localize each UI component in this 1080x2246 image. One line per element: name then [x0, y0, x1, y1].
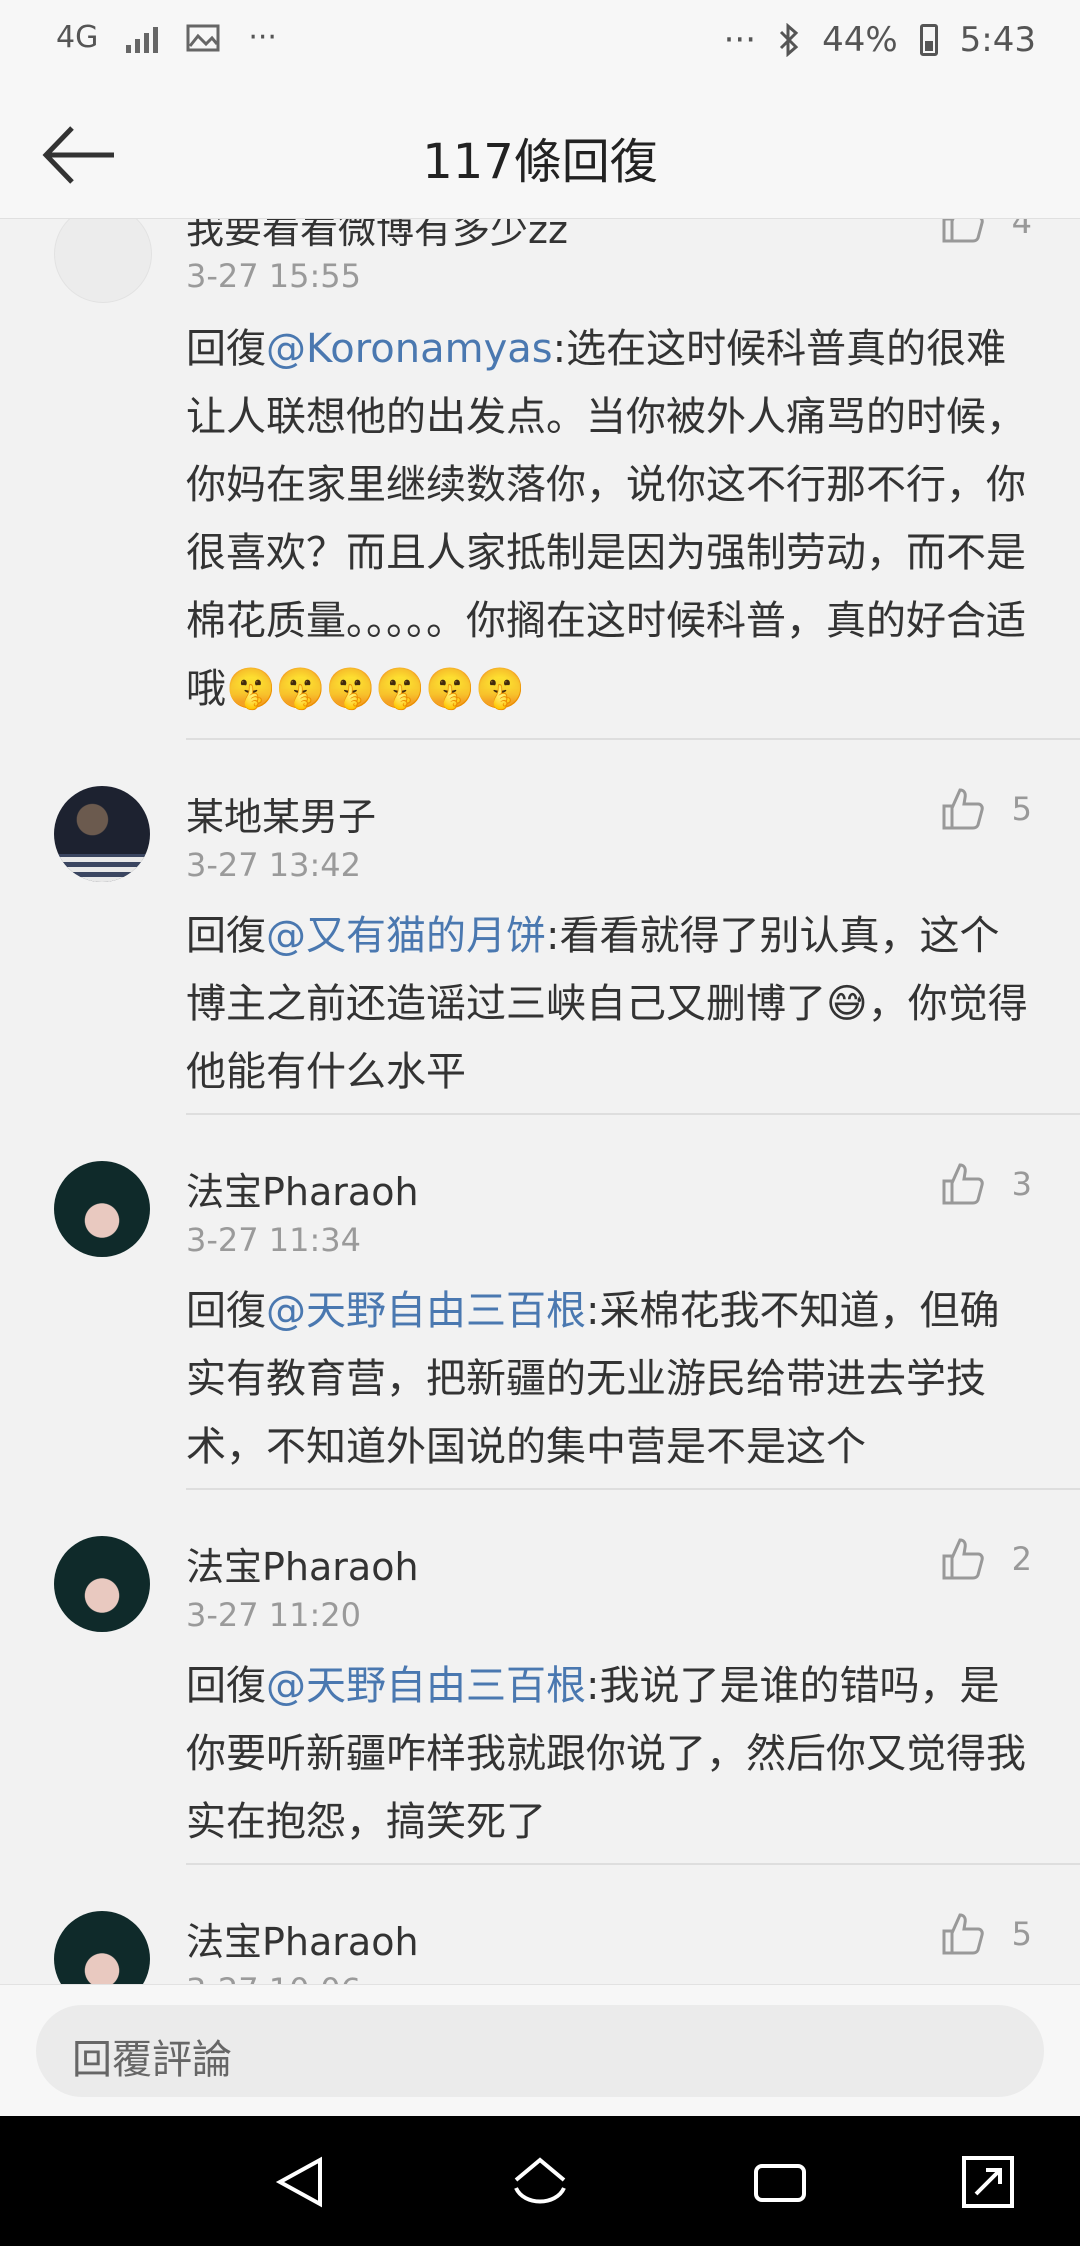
network-label: 4G: [56, 20, 99, 55]
like-button[interactable]: 2: [940, 1536, 1032, 1582]
like-button[interactable]: 5: [940, 786, 1032, 832]
reply-prefix: 回復: [186, 913, 266, 959]
avatar[interactable]: [54, 1911, 150, 1984]
back-icon[interactable]: [270, 2152, 330, 2212]
avatar[interactable]: [54, 219, 152, 303]
more-notifications-icon: ···: [248, 20, 277, 55]
reply-prefix: 回復: [186, 326, 266, 372]
recent-apps-icon[interactable]: [750, 2152, 810, 2212]
system-nav-bar: [0, 2116, 1080, 2246]
comment-text: :选在这时候科普真的很难让人联想他的出发点。当你被外人痛骂的时候，你妈在家里继续…: [186, 326, 1026, 712]
avatar[interactable]: [54, 1536, 150, 1632]
comment-body: 回復@天野自由三百根:我说了是谁的错吗，是你要听新疆咋样我就跟你说了，然后你又觉…: [186, 1652, 1036, 1856]
comment-body: 回復@天野自由三百根:采棉花我不知道，但确实有教育营，把新疆的无业游民给带进去学…: [186, 1277, 1036, 1481]
mention-link[interactable]: @Koronamyas: [266, 326, 553, 372]
thumbs-up-icon: [942, 1913, 984, 1955]
battery-icon: [919, 24, 938, 56]
comment-body: 回復@又有猫的月饼:看看就得了别认真，这个博主之前还造谣过三峡自己又删博了😅，你…: [186, 902, 1036, 1106]
avatar[interactable]: [54, 1161, 150, 1257]
mention-link[interactable]: @又有猫的月饼: [266, 913, 546, 959]
mention-link[interactable]: @天野自由三百根: [266, 1288, 586, 1334]
divider: [186, 1863, 1080, 1865]
like-count: 5: [1011, 1915, 1032, 1953]
more-status-icon: ···: [723, 20, 757, 60]
comment-time: 3-27 13:42: [186, 846, 362, 884]
battery-percent: 44%: [822, 20, 898, 60]
clock: 5:43: [959, 20, 1036, 60]
thumbs-up-icon: [942, 788, 984, 830]
reply-prefix: 回復: [186, 1663, 266, 1709]
comment-time: 3-27 11:34: [186, 1221, 362, 1259]
comment-author[interactable]: 某地某男子: [186, 786, 376, 841]
comment-author[interactable]: 我要看看微博有多少zz: [186, 219, 568, 254]
thumbs-up-icon: [942, 1163, 984, 1205]
comment-time: 3-27 11:20: [186, 1596, 362, 1634]
comment-list[interactable]: 我要看看微博有多少zz 4 3-27 15:55 回復@Koronamyas:选…: [0, 219, 1080, 1984]
like-count: 4: [1011, 219, 1032, 241]
like-button[interactable]: 5: [940, 1911, 1032, 1957]
home-icon[interactable]: [510, 2152, 570, 2212]
mention-link[interactable]: @天野自由三百根: [266, 1663, 586, 1709]
comment-time: 3-27 15:55: [186, 257, 362, 295]
page-title: 117條回復: [422, 134, 658, 190]
signal-icon: [126, 23, 159, 53]
divider: [186, 1488, 1080, 1490]
reply-input[interactable]: 回覆評論: [36, 2005, 1044, 2097]
image-icon: [186, 24, 220, 51]
comment-time: 3-27 10:06: [186, 1971, 361, 1984]
comment-author[interactable]: 法宝Pharaoh: [186, 1536, 419, 1591]
like-count: 5: [1011, 790, 1032, 828]
divider: [186, 738, 1080, 740]
bluetooth-icon: [780, 23, 799, 57]
comment-author[interactable]: 法宝Pharaoh: [186, 1161, 419, 1216]
divider: [186, 1113, 1080, 1115]
reply-bar: 回覆評論: [0, 1984, 1080, 2117]
expand-icon[interactable]: [958, 2152, 1018, 2212]
header: 117條回復: [0, 90, 1080, 219]
like-button[interactable]: 4: [940, 219, 1032, 245]
comment-body: 回復@Koronamyas:选在这时候科普真的很难让人联想他的出发点。当你被外人…: [186, 315, 1036, 723]
status-bar: 4G ··· ··· 44% 5:43: [0, 0, 1080, 90]
reply-prefix: 回復: [186, 1288, 266, 1334]
like-count: 3: [1011, 1165, 1032, 1203]
like-button[interactable]: 3: [940, 1161, 1032, 1207]
avatar[interactable]: [54, 786, 150, 882]
reply-placeholder: 回覆評論: [72, 2037, 232, 2083]
comment-author[interactable]: 法宝Pharaoh: [186, 1911, 419, 1966]
thumbs-up-icon: [942, 219, 984, 243]
like-count: 2: [1011, 1540, 1032, 1578]
thumbs-up-icon: [942, 1538, 984, 1580]
